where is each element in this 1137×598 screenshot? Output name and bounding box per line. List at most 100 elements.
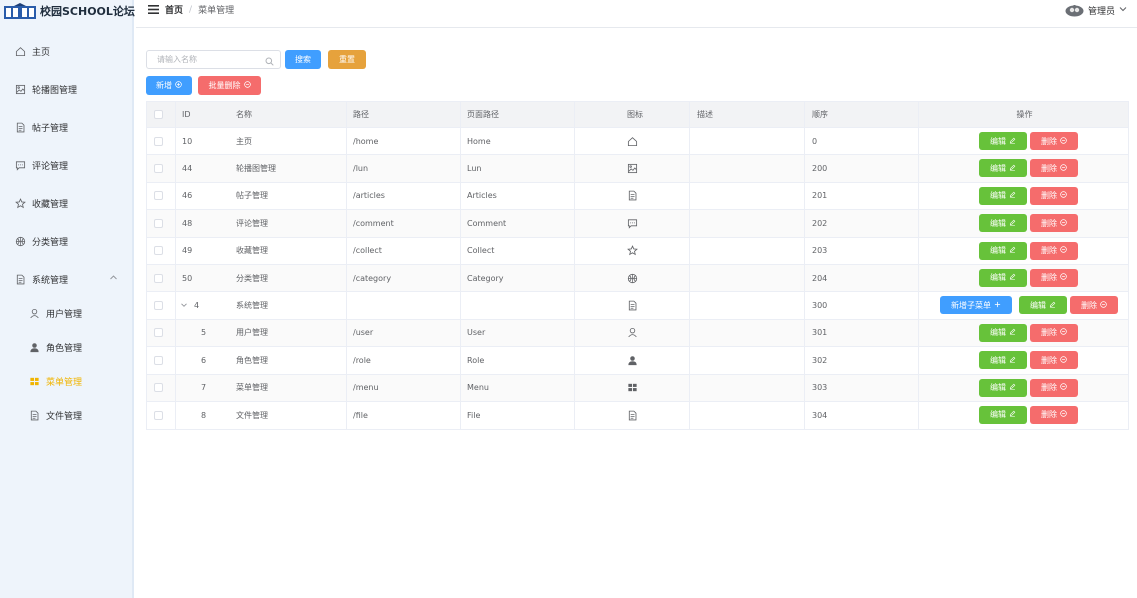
table-row[interactable]: 7 菜单管理/menu Menu 303 编辑 删除 [147,374,1130,402]
select-all-checkbox-cell [154,102,163,127]
row-checkbox-cell [154,402,163,429]
delete-button[interactable]: 删除 [1030,378,1078,397]
row-checkbox[interactable] [154,164,163,174]
sidebar-item-7[interactable]: 系统管理 [0,260,132,298]
table-row[interactable]: 10 主页/home Home 0 编辑 删除 [147,128,1128,156]
logo[interactable]: 校园SCHOOL论坛 [0,0,135,22]
edit-button[interactable]: 编辑 [979,405,1027,424]
row-checkbox[interactable] [154,383,163,393]
row-checkbox[interactable] [154,191,163,201]
row-checkbox[interactable] [154,218,163,228]
edit-icon [1009,383,1016,392]
column-divider [918,102,919,127]
edit-button[interactable]: 编辑 [979,268,1027,287]
edit-button[interactable]: 编辑 [979,378,1027,397]
table-row[interactable]: 48 评论管理/comment Comment 202 编辑 删除 [147,210,1128,238]
delete-button[interactable]: 删除 [1030,186,1078,205]
header-description: 描述 [697,110,713,119]
edit-button[interactable]: 编辑 [979,241,1027,260]
delete-button-label: 删除 [1041,383,1057,393]
cell-id: 50 [182,273,193,283]
sidebar-item-2[interactable]: 轮播图管理 [0,70,132,108]
sidebar-subitem-1[interactable]: 用户管理 [0,296,132,330]
delete-button[interactable]: 删除 [1030,132,1078,150]
header-icon: 图标 [627,110,643,119]
delete-button[interactable]: 删除 [1030,159,1078,178]
table-row[interactable]: 4 系统管理 300 新增子菜单 编辑 删除 [147,292,1128,320]
row-checkbox[interactable] [154,246,163,256]
delete-button[interactable]: 删除 [1030,268,1078,287]
column-divider [346,347,347,374]
add-button[interactable]: 新增 [146,76,192,95]
delete-button[interactable]: 删除 [1070,296,1118,315]
delete-button[interactable]: 删除 [1030,351,1078,370]
batch-delete-button[interactable]: 批量删除 [198,76,261,95]
column-divider [460,264,461,292]
column-divider [804,292,805,319]
column-divider [689,319,690,347]
cell-page-path: File [467,411,481,421]
row-checkbox[interactable] [154,411,163,421]
row-actions: 编辑 删除 [919,375,1130,401]
edit-button[interactable]: 编辑 [1019,296,1067,315]
row-checkbox[interactable] [154,328,163,338]
sidebar-item-6[interactable]: 分类管理 [0,222,132,260]
sidebar-item-1[interactable]: 主页 [0,32,132,70]
delete-button[interactable]: 删除 [1030,241,1078,260]
search-button[interactable]: 搜索 [285,50,321,69]
search-input[interactable]: 请输入名称 [146,50,281,69]
cell-order: 200 [812,164,828,174]
sidebar-subitem-3[interactable]: 菜单管理 [0,364,132,398]
star-icon [14,197,26,209]
delete-button-label: 删除 [1041,328,1057,338]
delete-button[interactable]: 删除 [1030,214,1078,233]
cell-order: 204 [812,273,828,283]
user-name: 管理员 [1087,6,1115,17]
breadcrumb-home[interactable]: 首页 [165,3,183,16]
column-divider [804,347,805,374]
sidebar-item-3[interactable]: 帖子管理 [0,108,132,146]
table-row[interactable]: 44 轮播图管理/lun Lun 200 编辑 删除 [147,155,1128,183]
cell-name: 帖子管理 [236,191,268,201]
sidebar-subitem-4[interactable]: 文件管理 [0,398,132,432]
user-menu[interactable]: 管理员 [1065,3,1127,17]
edit-button[interactable]: 编辑 [979,186,1027,205]
column-divider [689,374,690,401]
expand-chevron-icon[interactable] [180,301,188,311]
table-row[interactable]: 50 分类管理/category Category 204 编辑 删除 [147,264,1130,293]
document-icon [28,409,40,421]
add-child-menu-button[interactable]: 新增子菜单 [940,296,1012,315]
column-divider [460,210,461,237]
delete-button[interactable]: 删除 [1030,323,1078,342]
table-row[interactable]: 8 文件管理/file File 304 编辑 删除 [147,401,1128,430]
select-all-checkbox[interactable] [154,110,163,119]
reset-button[interactable]: 重置 [328,50,366,69]
sidebar-subitem-2[interactable]: 角色管理 [0,330,132,364]
edit-button[interactable]: 编辑 [979,159,1027,178]
document-icon [14,121,26,133]
table-row[interactable]: 6 角色管理/role Role 302 编辑 删除 [147,347,1130,375]
delete-button[interactable]: 删除 [1030,405,1078,424]
menu-grid-icon [627,375,638,401]
avatar [1065,3,1084,17]
row-checkbox[interactable] [154,136,163,146]
sidebar-item-5[interactable]: 收藏管理 [0,184,132,222]
edit-button[interactable]: 编辑 [979,132,1027,150]
table-row[interactable]: 5 用户管理/user User 301 编辑 删除 [147,319,1128,348]
column-divider [175,128,176,155]
row-checkbox-cell [154,155,163,181]
table-row[interactable]: 49 收藏管理/collect Collect 203 编辑 删除 [147,237,1128,265]
row-checkbox[interactable] [154,355,163,365]
sidebar-item-4[interactable]: 评论管理 [0,146,132,184]
row-checkbox[interactable] [154,273,163,283]
edit-button[interactable]: 编辑 [979,323,1027,342]
row-actions: 编辑 删除 [919,265,1130,291]
edit-button[interactable]: 编辑 [979,351,1027,370]
row-checkbox[interactable] [154,301,163,311]
row-actions: 编辑 删除 [919,347,1130,373]
column-divider [175,319,176,347]
cell-order: 303 [812,383,828,393]
hamburger-icon[interactable] [148,5,159,14]
table-row[interactable]: 46 帖子管理/articles Articles 201 编辑 删除 [147,182,1128,211]
edit-button[interactable]: 编辑 [979,214,1027,233]
